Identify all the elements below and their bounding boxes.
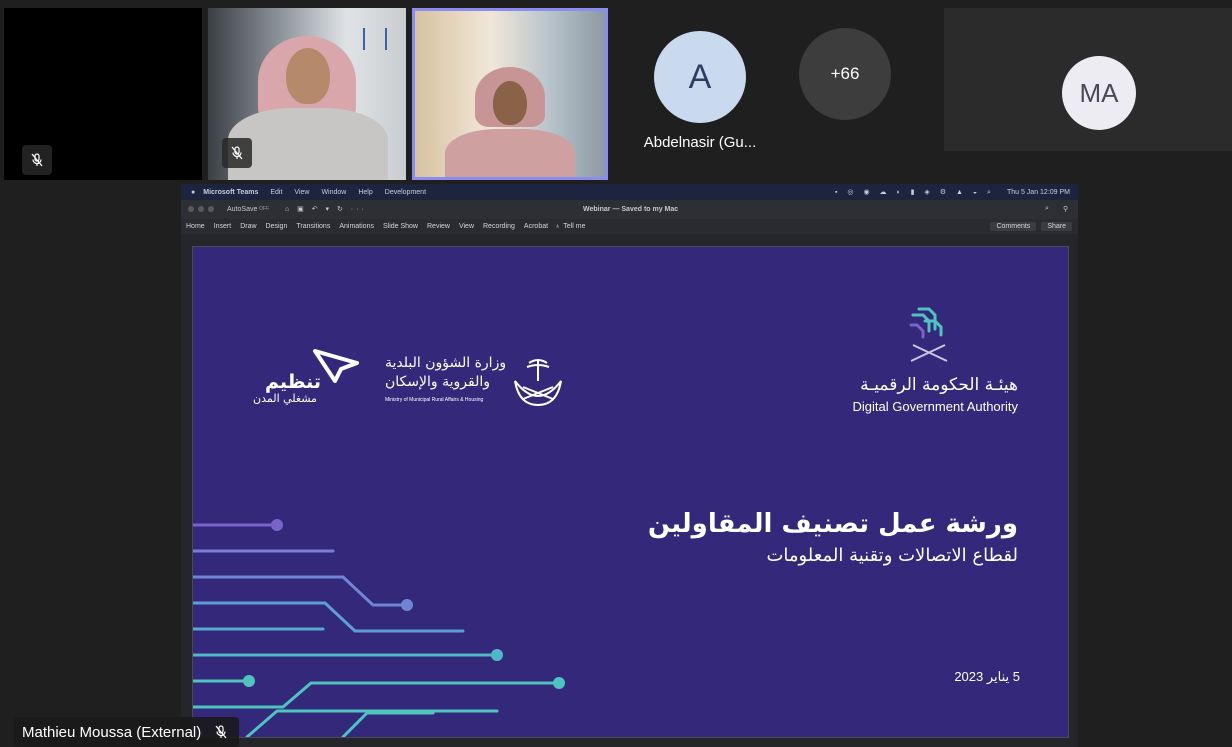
tab-design[interactable]: Design xyxy=(266,223,288,230)
share-button[interactable]: Share xyxy=(1041,222,1072,231)
ministry-emblem-icon xyxy=(514,359,562,407)
menu-app-name: Microsoft Teams xyxy=(203,188,259,196)
dga-name-arabic: هيئـة الحكومة الرقميـة xyxy=(860,375,1018,395)
dga-logo-icon xyxy=(909,307,948,362)
circuit-decoration xyxy=(193,519,565,737)
comments-button[interactable]: Comments xyxy=(990,222,1037,231)
dga-name-english: Digital Government Authority xyxy=(852,399,1018,414)
tab-slide-show[interactable]: Slide Show xyxy=(383,223,418,230)
window-minimize-button[interactable] xyxy=(198,206,204,212)
participant-tile-6[interactable]: MA xyxy=(944,8,1232,151)
menu-item: Development xyxy=(384,188,427,196)
slide-date: 5 يناير 2023 xyxy=(954,669,1020,684)
ppt-title-bar: AutoSave OFF ⌂ ▣ ↶ ▾ ↻ ··· Webinar — Sav… xyxy=(181,200,1078,219)
autosave-label: AutoSave xyxy=(227,206,258,213)
status-icons: ▪ ◎ ◉ ☁ ◐ ▮ ◈ ⚙ ▲ ◒ ⌕ xyxy=(834,188,995,196)
avatar: MA xyxy=(1062,56,1136,130)
menu-item: Edit xyxy=(270,188,283,196)
tab-acrobat[interactable]: Acrobat xyxy=(524,223,548,230)
tab-home[interactable]: Home xyxy=(186,223,205,230)
ppt-ribbon-tabs: Home Insert Draw Design Transitions Anim… xyxy=(181,219,1078,234)
window-maximize-button[interactable] xyxy=(208,206,214,212)
window-close-button[interactable] xyxy=(188,206,194,212)
tab-view[interactable]: View xyxy=(459,223,474,230)
mic-muted-indicator xyxy=(22,145,52,175)
participant-tile-3-active-speaker[interactable] xyxy=(412,8,608,180)
overflow-participants-button[interactable]: +66 xyxy=(790,8,900,180)
tab-review[interactable]: Review xyxy=(427,223,450,230)
participant-tile-4[interactable]: A Abdelnasir (Gu... xyxy=(614,8,786,180)
menu-item: View xyxy=(294,188,310,196)
lightbulb-icon: ♁ xyxy=(555,223,561,230)
apple-icon: ● xyxy=(191,188,196,196)
tab-draw[interactable]: Draw xyxy=(240,223,256,230)
window-controls xyxy=(188,206,214,212)
tab-transitions[interactable]: Transitions xyxy=(296,223,330,230)
mic-off-icon xyxy=(215,725,227,739)
tanzeem-subtitle-arabic: مشغلي المدن xyxy=(253,392,317,405)
menu-item: Help xyxy=(358,188,373,196)
participant-tile-1[interactable] xyxy=(4,8,202,180)
slide-title: ورشة عمل تصنيف المقاولين xyxy=(647,509,1018,539)
presenter-name-badge: Mathieu Moussa (External) xyxy=(14,717,240,747)
slide[interactable]: هيئـة الحكومة الرقميـة Digital Governmen… xyxy=(192,246,1069,738)
tab-insert[interactable]: Insert xyxy=(214,223,232,230)
participant-name: Abdelnasir (Gu... xyxy=(643,134,757,151)
mic-muted-indicator xyxy=(222,138,252,168)
mac-menu-bar: ● Microsoft Teams Edit View Window Help … xyxy=(181,184,1078,200)
video-backdrop-logo xyxy=(363,28,387,50)
participant-tile-2[interactable] xyxy=(208,8,406,180)
share-link-icon[interactable]: ⚲ xyxy=(1063,205,1068,213)
ministry-name-english: Ministry of Municipal Rural Affairs & Ho… xyxy=(385,397,484,403)
ministry-name-arabic-1: وزارة الشؤون البلدية xyxy=(385,355,507,371)
menu-clock: Thu 5 Jan 12:09 PM xyxy=(1006,188,1070,196)
avatar: A xyxy=(654,31,746,123)
quick-access-icons[interactable]: ⌂ ▣ ↶ ▾ ↻ ··· xyxy=(285,205,367,213)
mic-off-icon xyxy=(231,146,243,160)
overflow-count: +66 xyxy=(799,28,891,120)
mic-off-icon xyxy=(31,153,43,167)
search-icon[interactable]: ⌕ xyxy=(1045,205,1049,213)
tell-me-search[interactable]: Tell me xyxy=(563,223,585,230)
menu-item: Window xyxy=(321,188,347,196)
presenter-name: Mathieu Moussa (External) xyxy=(22,723,202,741)
tab-recording[interactable]: Recording xyxy=(483,223,515,230)
tab-animations[interactable]: Animations xyxy=(339,223,374,230)
slide-subtitle: لقطاع الاتصالات وتقنية المعلومات xyxy=(766,545,1018,566)
file-title: Webinar — Saved to my Mac xyxy=(583,206,679,213)
autosave-toggle[interactable]: OFF xyxy=(259,206,269,212)
tanzeem-name-arabic: تنظيم xyxy=(265,371,322,393)
ministry-name-arabic-2: والقروية والإسكان xyxy=(385,374,490,390)
